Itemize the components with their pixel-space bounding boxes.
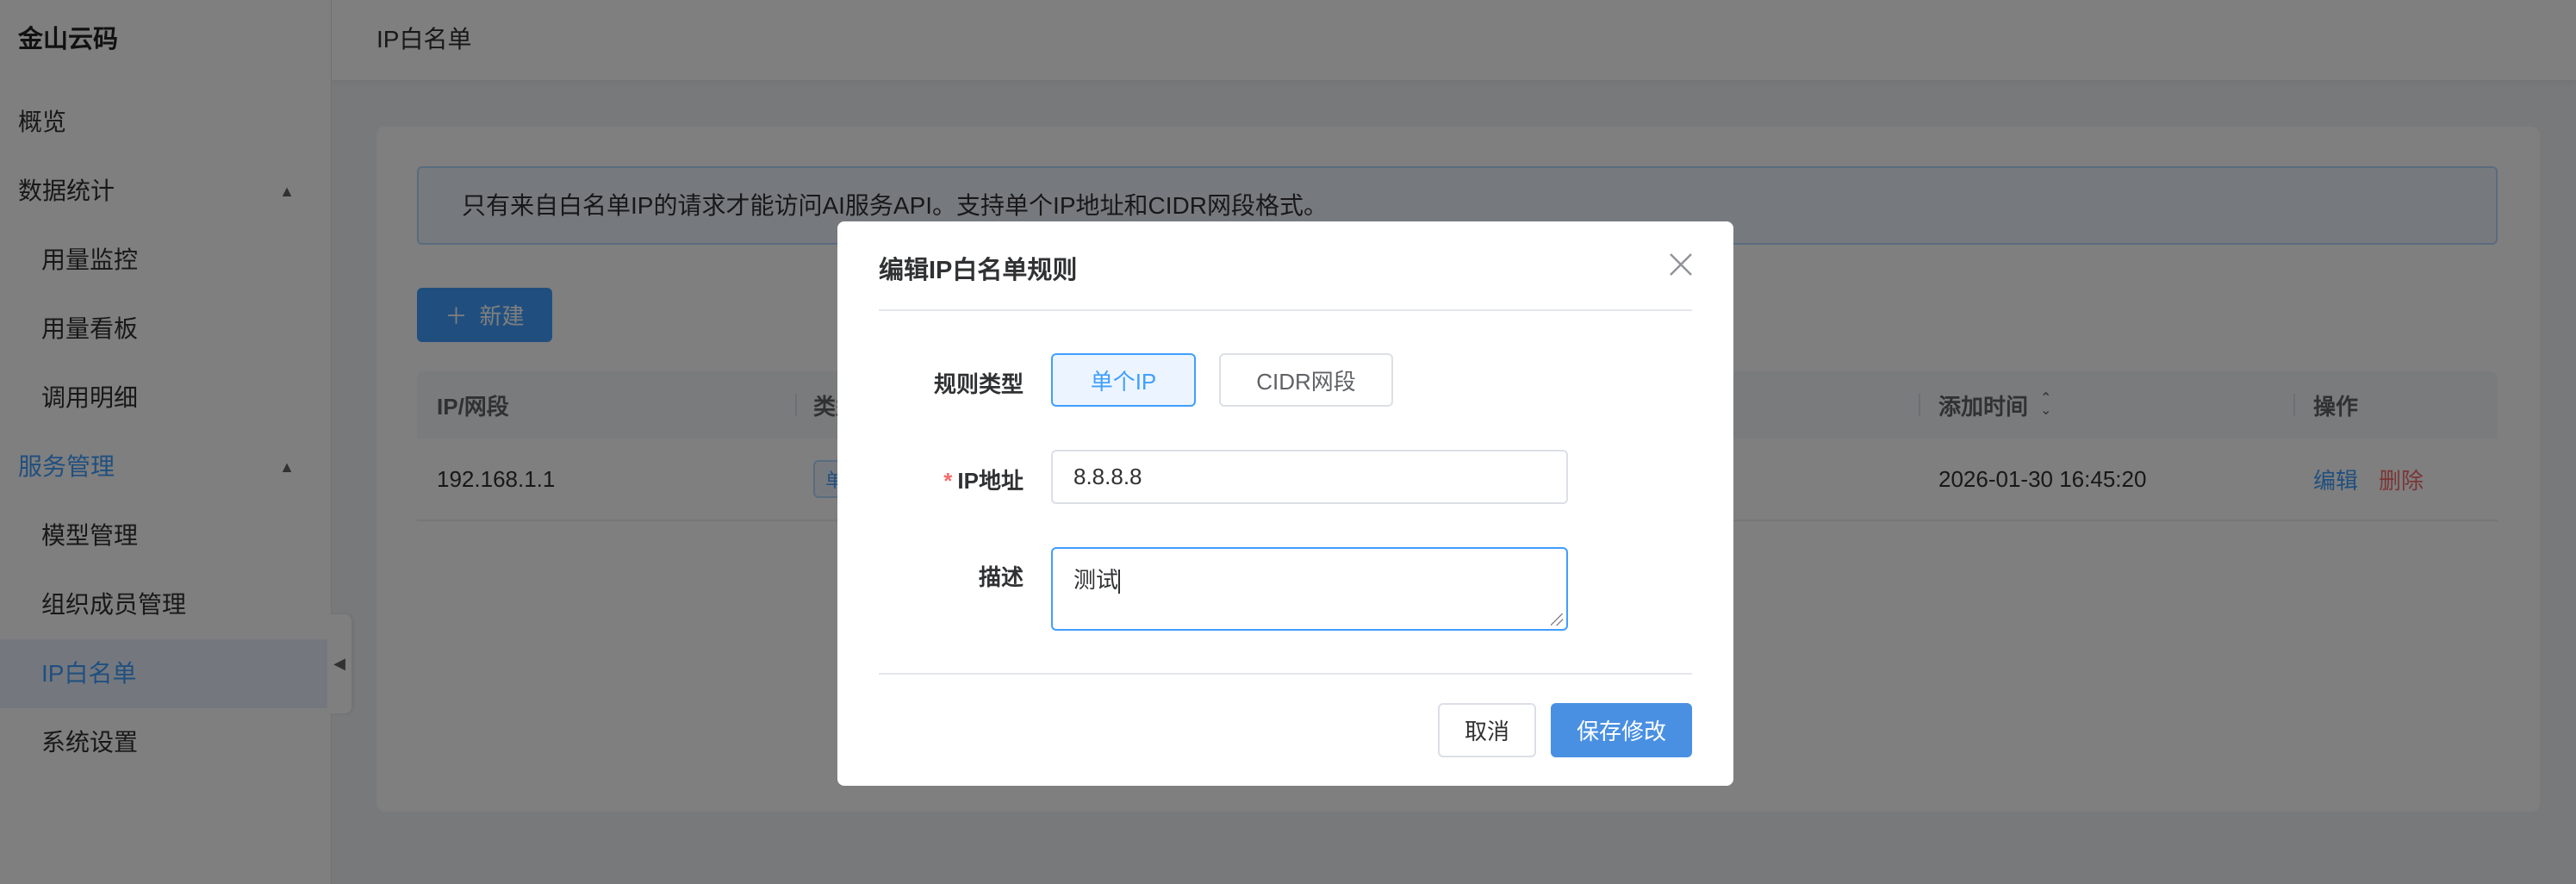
rule-type-label: 规则类型	[933, 371, 1024, 397]
required-mark: *	[943, 468, 953, 494]
description-value: 测试	[1073, 567, 1119, 593]
footer-divider	[879, 673, 1692, 675]
edit-rule-dialog: 编辑IP白名单规则 规则类型 单个IP CIDR网段 * IP地址 8.8.8.8…	[837, 221, 1733, 786]
dialog-title: 编辑IP白名单规则	[879, 257, 1078, 284]
rule-type-single-ip[interactable]: 单个IP	[1051, 353, 1196, 407]
ip-label: * IP地址	[943, 464, 1024, 495]
close-icon[interactable]	[1666, 250, 1696, 279]
description-textarea[interactable]: 测试	[1051, 547, 1568, 631]
ip-address-input[interactable]: 8.8.8.8	[1051, 450, 1568, 504]
cancel-button[interactable]: 取消	[1438, 703, 1536, 757]
ip-address-value: 8.8.8.8	[1073, 464, 1142, 489]
rule-type-cidr[interactable]: CIDR网段	[1219, 353, 1393, 407]
ip-label-text: IP地址	[957, 468, 1024, 494]
resize-handle-icon[interactable]	[1551, 613, 1563, 626]
description-label: 描述	[978, 564, 1024, 590]
header-divider	[879, 309, 1692, 311]
save-button[interactable]: 保存修改	[1551, 703, 1692, 757]
text-cursor	[1118, 570, 1121, 595]
